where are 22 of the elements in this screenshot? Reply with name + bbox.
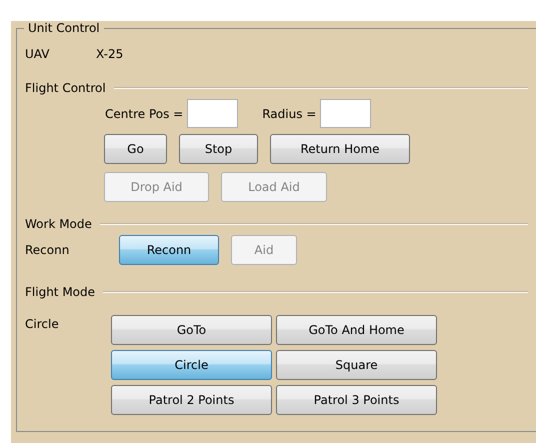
action-button[interactable]: Go — [104, 134, 167, 164]
mode-button[interactable]: Square — [276, 350, 437, 380]
section-title: Flight Control — [25, 81, 106, 95]
mode-button[interactable]: Circle — [111, 350, 272, 380]
mode-button[interactable]: Reconn — [119, 235, 219, 265]
flight-mode-value: Circle — [25, 317, 60, 331]
section-title: Flight Mode — [25, 285, 96, 299]
unit-label: UAV — [25, 47, 50, 61]
mode-button[interactable]: GoTo And Home — [276, 315, 437, 345]
action-button[interactable]: Return Home — [270, 134, 410, 164]
input-field[interactable] — [187, 99, 238, 128]
action-button[interactable]: Stop — [179, 134, 258, 164]
field-label: Radius = — [262, 106, 316, 120]
field-label: Centre Pos = — [105, 106, 184, 120]
mode-button[interactable]: Patrol 3 Points — [276, 385, 437, 415]
unit-value: X-25 — [96, 47, 124, 61]
group-title: Unit Control — [27, 21, 101, 35]
mode-button[interactable]: GoTo — [111, 315, 272, 345]
mode-button[interactable]: Patrol 2 Points — [111, 385, 272, 415]
work-mode-value: Reconn — [25, 243, 70, 257]
section-title: Work Mode — [25, 217, 92, 231]
input-field[interactable] — [320, 99, 372, 128]
